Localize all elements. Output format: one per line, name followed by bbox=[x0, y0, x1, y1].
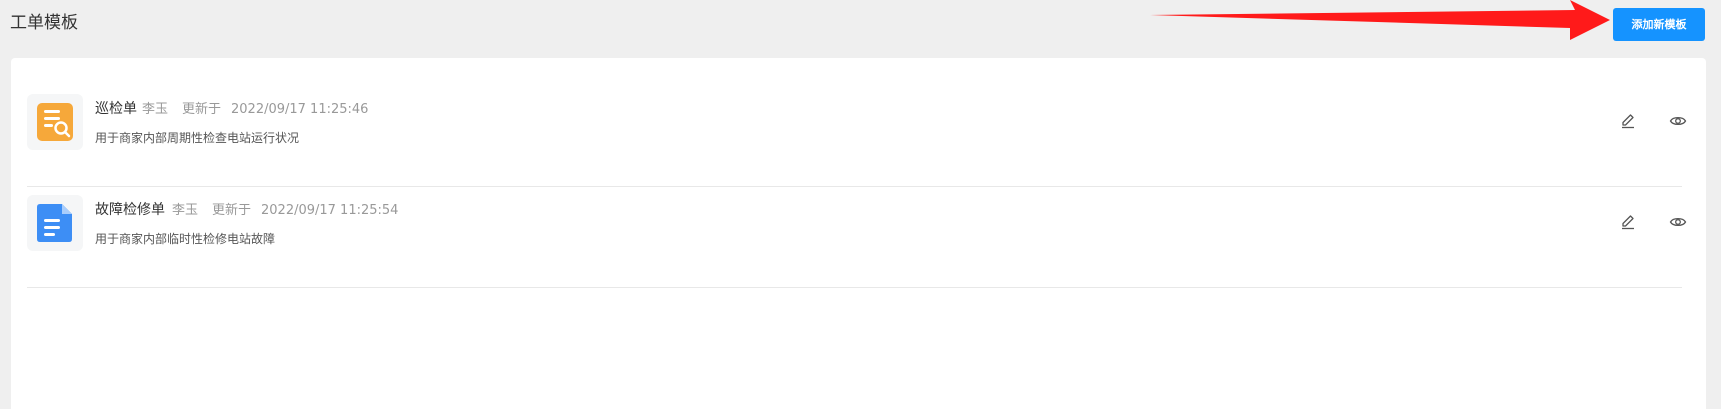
template-list: 巡检单 李玉 更新于 2022/09/17 11:25:46 用于商家内部周期性… bbox=[27, 86, 1687, 288]
template-name: 巡检单 bbox=[95, 101, 137, 117]
template-author: 李玉 bbox=[142, 102, 169, 117]
add-template-button[interactable]: 添加新模板 bbox=[1613, 8, 1705, 41]
pencil-icon[interactable] bbox=[1619, 213, 1637, 231]
template-updated-label: 更新于 bbox=[182, 102, 222, 117]
inspection-doc-search-icon bbox=[27, 94, 83, 150]
template-author: 李玉 bbox=[172, 203, 199, 218]
eye-icon[interactable] bbox=[1669, 213, 1687, 231]
template-item-repair[interactable]: 故障检修单 李玉 更新于 2022/09/17 11:25:54 用于商家内部临… bbox=[27, 187, 1687, 288]
template-updated-time: 2022/09/17 11:25:54 bbox=[261, 203, 399, 218]
page: 工单模板 添加新模板 巡检单 李玉 更新于 2022/09/17 11:25:4… bbox=[0, 0, 1721, 409]
template-panel: 巡检单 李玉 更新于 2022/09/17 11:25:46 用于商家内部周期性… bbox=[11, 58, 1706, 409]
template-updated-time: 2022/09/17 11:25:46 bbox=[231, 102, 369, 117]
template-description: 用于商家内部临时性检修电站故障 bbox=[95, 232, 276, 246]
template-name: 故障检修单 bbox=[95, 202, 165, 218]
template-updated-label: 更新于 bbox=[212, 203, 252, 218]
template-description: 用于商家内部周期性检查电站运行状况 bbox=[95, 131, 300, 145]
pencil-icon[interactable] bbox=[1619, 112, 1637, 130]
eye-icon[interactable] bbox=[1669, 112, 1687, 130]
page-title: 工单模板 bbox=[10, 13, 78, 33]
repair-document-icon bbox=[27, 195, 83, 251]
annotation-arrow-icon bbox=[1150, 0, 1610, 40]
template-item-inspection[interactable]: 巡检单 李玉 更新于 2022/09/17 11:25:46 用于商家内部周期性… bbox=[27, 86, 1687, 187]
